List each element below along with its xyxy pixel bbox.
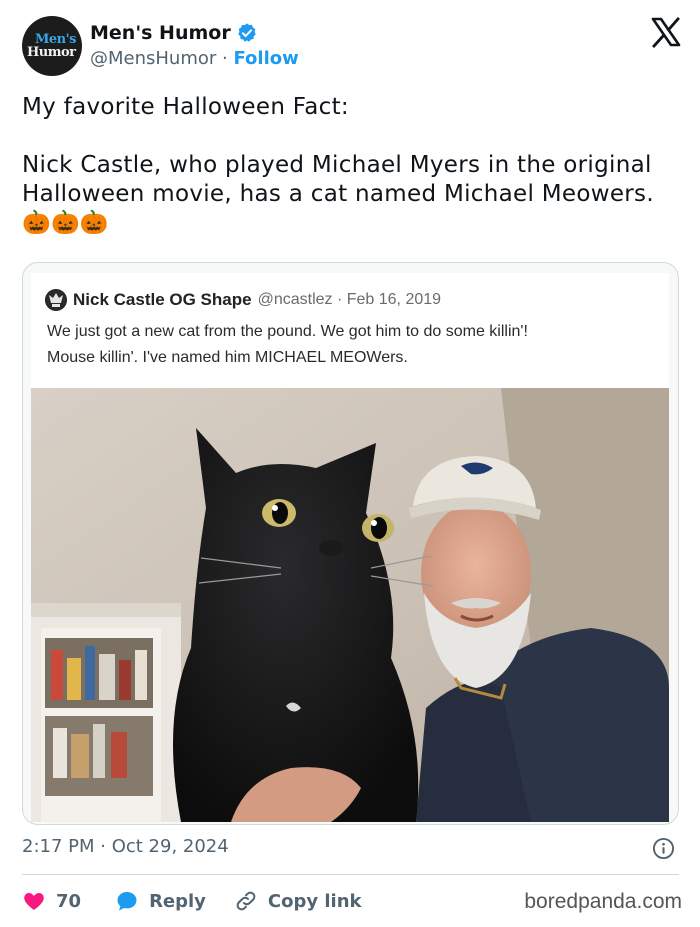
handle-separator: · bbox=[222, 48, 228, 69]
link-icon bbox=[236, 891, 256, 911]
verified-badge-icon bbox=[238, 23, 256, 42]
tweet-timestamp[interactable]: 2:17 PM · Oct 29, 2024 bbox=[22, 836, 229, 857]
x-logo-icon[interactable] bbox=[650, 16, 682, 48]
author-handle[interactable]: @MensHumor bbox=[90, 48, 216, 69]
quoted-tweet-header: Nick Castle OG Shape @ncastlez · Feb 16,… bbox=[45, 289, 441, 311]
heart-icon bbox=[24, 893, 44, 910]
author-name[interactable]: Men's Humor bbox=[90, 22, 231, 44]
quoted-author-name: Nick Castle OG Shape bbox=[73, 290, 252, 309]
tweet-header: Men's Humor Men's Humor @MensHumor · Fol… bbox=[22, 16, 682, 78]
tweet-text: My favorite Halloween Fact: Nick Castle,… bbox=[22, 94, 654, 236]
action-bar: 70 Reply Copy link bbox=[22, 884, 362, 918]
author-name-row: Men's Humor bbox=[90, 22, 258, 44]
quoted-image-card[interactable]: Nick Castle OG Shape @ncastlez · Feb 16,… bbox=[22, 262, 679, 825]
like-count: 70 bbox=[56, 890, 82, 912]
reply-button[interactable]: Reply bbox=[115, 889, 206, 913]
author-avatar[interactable]: Men's Humor bbox=[22, 16, 82, 76]
info-icon[interactable] bbox=[652, 837, 675, 860]
avatar-logo-bottom: Humor bbox=[27, 45, 76, 60]
reply-bubble-icon bbox=[117, 892, 137, 911]
copy-link-button[interactable]: Copy link bbox=[234, 889, 362, 913]
quoted-author-handle-date: @ncastlez · Feb 16, 2019 bbox=[257, 291, 442, 308]
cat-photo bbox=[31, 388, 669, 822]
quoted-author-avatar bbox=[45, 289, 67, 311]
like-button[interactable]: 70 bbox=[22, 889, 81, 913]
quoted-avatar-icon bbox=[45, 289, 67, 311]
divider bbox=[22, 874, 679, 875]
copy-link-label: Copy link bbox=[267, 890, 362, 912]
quoted-tweet-screenshot: Nick Castle OG Shape @ncastlez · Feb 16,… bbox=[31, 273, 669, 395]
watermark: boredpanda.com bbox=[524, 890, 682, 913]
reply-label: Reply bbox=[149, 890, 206, 912]
quoted-tweet-text: We just got a new cat from the pound. We… bbox=[47, 323, 528, 366]
follow-button[interactable]: Follow bbox=[233, 48, 298, 69]
author-handle-row: @MensHumor · Follow bbox=[90, 48, 299, 69]
